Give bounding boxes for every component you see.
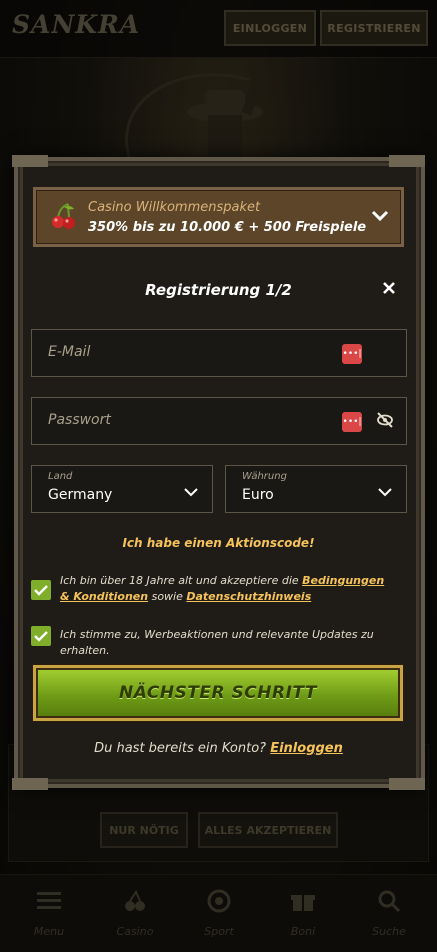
marketing-checkbox[interactable]: [31, 626, 51, 646]
marketing-text: Ich stimme zu, Werbeaktionen und relevan…: [60, 628, 374, 657]
welcome-package-title: Casino Willkommenspaket: [88, 200, 261, 215]
modal-corner-ornament: [389, 778, 425, 790]
promo-code-link[interactable]: Ich habe einen Aktionscode!: [0, 536, 437, 550]
email-placeholder: E-Mail: [48, 344, 91, 360]
cherries-icon: [50, 202, 76, 236]
welcome-package-offer: 350% bis zu 10.000 € + 500 Freispiele: [88, 220, 367, 235]
close-icon[interactable]: [380, 281, 398, 299]
welcome-package-banner[interactable]: Casino Willkommenspaket 350% bis zu 10.0…: [33, 187, 404, 247]
app-root: SANKRA EINLOGGEN REGISTRIEREN NUR NÖTIG …: [0, 0, 437, 952]
chevron-down-icon: [378, 482, 392, 501]
currency-label: Währung: [242, 471, 287, 482]
next-step-label: NÄCHSTER SCHRITT: [119, 683, 317, 703]
terms-text-before: Ich bin über 18 Jahre alt und akzeptiere…: [60, 574, 299, 587]
password-manager-icon[interactable]: •••|: [342, 412, 362, 432]
privacy-link[interactable]: Datenschutzhinweis: [186, 590, 311, 603]
next-step-button[interactable]: NÄCHSTER SCHRITT: [33, 665, 403, 721]
eye-off-icon[interactable]: [376, 411, 394, 429]
currency-value: Euro: [242, 487, 274, 503]
country-select[interactable]: Land Germany: [31, 465, 213, 513]
terms-text-mid: sowie: [151, 590, 183, 603]
country-label: Land: [48, 471, 73, 482]
password-manager-icon[interactable]: •••|: [342, 344, 362, 364]
password-field[interactable]: Passwort •••|: [31, 397, 407, 445]
email-field[interactable]: E-Mail •••|: [31, 329, 407, 377]
terms-checkbox[interactable]: [31, 580, 51, 600]
chevron-down-icon: [371, 207, 389, 226]
password-placeholder: Passwort: [48, 412, 111, 428]
login-prompt: Du hast bereits ein Konto? Einloggen: [0, 741, 437, 756]
modal-corner-ornament: [12, 778, 48, 790]
modal-corner-ornament: [12, 155, 48, 167]
currency-select[interactable]: Währung Euro: [225, 465, 407, 513]
country-value: Germany: [48, 487, 113, 503]
registration-title: Registrierung 1/2: [145, 281, 292, 299]
checkmark-icon: [34, 631, 48, 642]
modal-corner-ornament: [389, 155, 425, 167]
login-link[interactable]: Einloggen: [270, 741, 343, 756]
terms-text: Ich bin über 18 Jahre alt und akzeptiere…: [60, 573, 390, 605]
have-account-text: Du hast bereits ein Konto?: [94, 741, 267, 756]
chevron-down-icon: [184, 482, 198, 501]
checkmark-icon: [34, 585, 48, 596]
